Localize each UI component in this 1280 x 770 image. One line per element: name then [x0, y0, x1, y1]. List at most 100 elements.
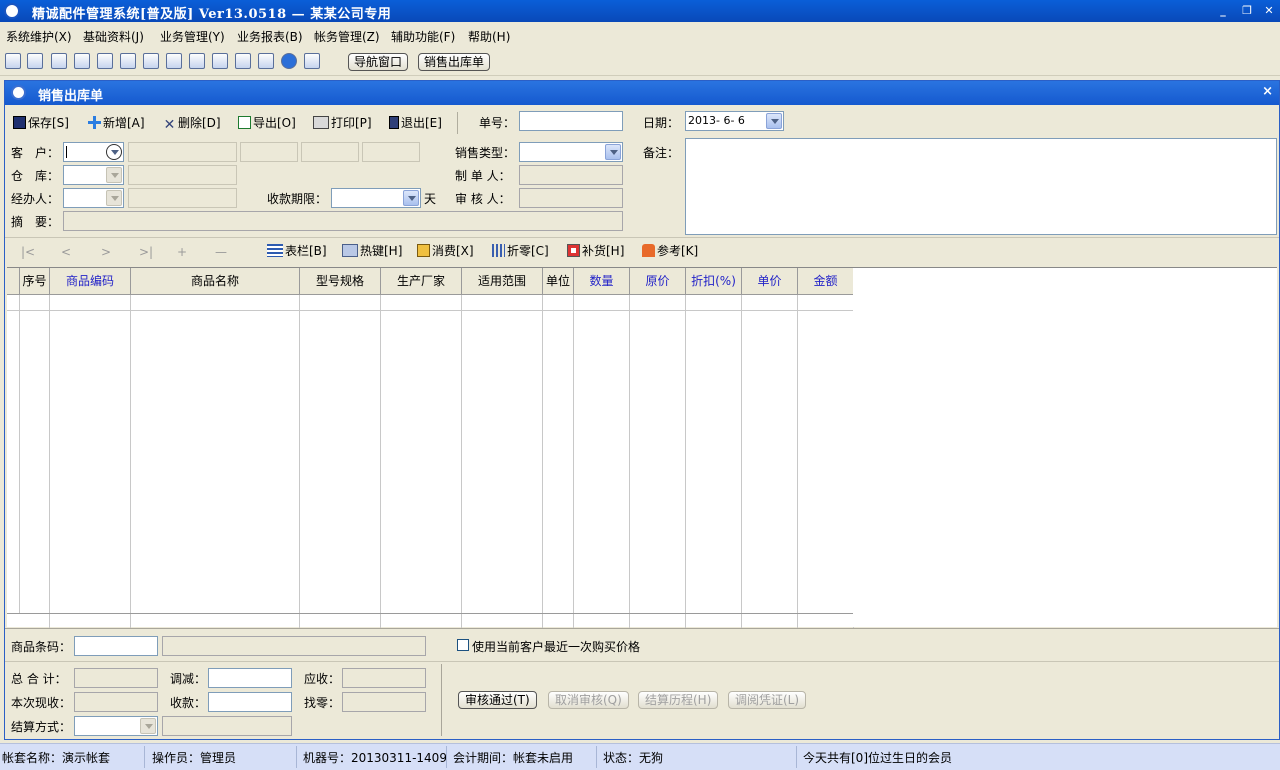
- restock-button[interactable]: 补货[H]: [567, 241, 624, 261]
- add-row-button[interactable]: +: [177, 245, 187, 259]
- menu-business[interactable]: 业务管理(Y): [160, 28, 225, 45]
- grid-header-unit-price[interactable]: 单价: [742, 268, 798, 295]
- delete-button[interactable]: ✕ 删除[D]: [163, 114, 221, 132]
- handler-dropdown-icon[interactable]: [106, 190, 122, 206]
- warehouse-combo[interactable]: [63, 165, 124, 185]
- prev-record-button[interactable]: <: [61, 245, 71, 259]
- grid-col-line: [130, 295, 131, 628]
- help-icon[interactable]: [281, 53, 297, 69]
- grid-header-discount[interactable]: 折扣(%): [686, 268, 742, 295]
- export-button[interactable]: 导出[O]: [238, 114, 296, 132]
- add-button[interactable]: 新增[A]: [88, 114, 145, 132]
- close-button[interactable]: ✕: [1260, 3, 1278, 19]
- approve-button[interactable]: 审核通过(T): [458, 691, 537, 709]
- sales-type-label: 销售类型：: [455, 146, 516, 160]
- summary-input[interactable]: [63, 211, 623, 231]
- menu-accounts[interactable]: 帐务管理(Z): [314, 28, 380, 45]
- list-view-icon[interactable]: [27, 53, 43, 69]
- app-title-bar: 精诚配件管理系统[普及版] Ver13.0518 — 某某公司专用 _ ❐ ✕: [0, 0, 1280, 22]
- status-bar: 帐套名称：演示帐套 操作员：管理员 机器号：20130311-1409 会计期间…: [0, 743, 1280, 770]
- barcode-input[interactable]: [74, 636, 158, 656]
- last-record-button[interactable]: >|: [139, 245, 153, 259]
- split-button[interactable]: 折零[C]: [492, 241, 549, 261]
- exit-icon[interactable]: [304, 53, 320, 69]
- remark-textarea[interactable]: [685, 138, 1277, 235]
- grid-col-line: [629, 295, 630, 628]
- users-icon[interactable]: [143, 53, 159, 69]
- inventory-icon[interactable]: [189, 53, 205, 69]
- adjust-input[interactable]: [208, 668, 292, 688]
- consume-button[interactable]: 消费[X]: [417, 241, 474, 261]
- use-last-price-checkbox[interactable]: [457, 639, 469, 651]
- menu-aux[interactable]: 辅助功能(F): [391, 28, 455, 45]
- window-close-button[interactable]: ×: [1262, 84, 1273, 99]
- nav-window-button[interactable]: 导航窗口: [348, 53, 409, 71]
- grid-header-name[interactable]: 商品名称: [131, 268, 300, 295]
- date-picker[interactable]: 2013- 6- 6: [685, 111, 784, 131]
- handler-label: 经办人：: [11, 192, 60, 206]
- status-separator: [144, 746, 145, 768]
- grid-header-orig-price[interactable]: 原价: [630, 268, 686, 295]
- remove-row-button[interactable]: —: [215, 245, 227, 259]
- minimize-button[interactable]: _: [1214, 3, 1232, 19]
- receivable-field: [342, 668, 426, 688]
- exit-button[interactable]: 退出[E]: [389, 114, 442, 132]
- printer-icon[interactable]: [258, 53, 274, 69]
- settle-method-combo[interactable]: [74, 716, 158, 736]
- transfer-icon[interactable]: [120, 53, 136, 69]
- order-no-label: 单号：: [479, 116, 516, 130]
- grid-header-amount[interactable]: 金额: [798, 268, 854, 295]
- order-no-input[interactable]: [519, 111, 623, 131]
- sales-out-button[interactable]: 销售出库单: [418, 53, 491, 71]
- grid-header-scope[interactable]: 适用范围: [462, 268, 543, 295]
- grid-header-model[interactable]: 型号规格: [300, 268, 381, 295]
- grid-header-maker[interactable]: 生产厂家: [381, 268, 462, 295]
- save-disk-icon[interactable]: [235, 53, 251, 69]
- menu-system[interactable]: 系统维护(X): [6, 28, 72, 45]
- items-grid[interactable]: 序号 商品编码 商品名称 型号规格 生产厂家 适用范围 单位 数量 原价 折扣(…: [7, 267, 854, 628]
- monitor-icon[interactable]: [212, 53, 228, 69]
- window-title: 销售出库单: [38, 89, 104, 104]
- next-record-button[interactable]: >: [101, 245, 111, 259]
- grid-col-line: [19, 295, 20, 613]
- grid-header-code[interactable]: 商品编码: [50, 268, 131, 295]
- customer-dropdown-icon[interactable]: [106, 144, 122, 160]
- table-icon: [267, 244, 283, 257]
- received-input[interactable]: [208, 692, 292, 712]
- first-record-button[interactable]: |<: [21, 245, 35, 259]
- sales-icon[interactable]: [97, 53, 113, 69]
- date-dropdown-icon[interactable]: [766, 113, 782, 129]
- customer-field-4: [362, 142, 420, 162]
- payment-term-dropdown-icon[interactable]: [403, 190, 419, 206]
- payment-term-combo[interactable]: [331, 188, 421, 208]
- purchase-icon[interactable]: [74, 53, 90, 69]
- save-button[interactable]: 保存[S]: [13, 114, 69, 132]
- divider: [5, 628, 1279, 629]
- settle-method-dropdown-icon[interactable]: [140, 718, 156, 734]
- view-voucher-button[interactable]: 调阅凭证(L): [728, 691, 807, 709]
- grid-view-icon[interactable]: [5, 53, 21, 69]
- delete-x-icon: ✕: [163, 117, 176, 133]
- hotkeys-button[interactable]: 热键[H]: [342, 241, 402, 261]
- customer-name-field: [128, 142, 237, 162]
- reference-button[interactable]: 参考[K]: [642, 241, 698, 261]
- change-label: 找零：: [304, 696, 341, 710]
- menu-help[interactable]: 帮助(H): [468, 28, 510, 45]
- grid-header-qty[interactable]: 数量: [574, 268, 630, 295]
- menu-reports[interactable]: 业务报表(B): [237, 28, 303, 45]
- sales-type-combo[interactable]: [519, 142, 623, 162]
- columns-button[interactable]: 表栏[B]: [267, 241, 327, 261]
- grid-header-seq[interactable]: 序号: [20, 268, 50, 295]
- settle-history-button[interactable]: 结算历程(H): [638, 691, 719, 709]
- sales-type-dropdown-icon[interactable]: [605, 144, 621, 160]
- windows-icon[interactable]: [51, 53, 67, 69]
- documents-icon[interactable]: [166, 53, 182, 69]
- grid-header-unit[interactable]: 单位: [543, 268, 574, 295]
- cancel-audit-button[interactable]: 取消审核(Q): [548, 691, 629, 709]
- print-button[interactable]: 打印[P]: [313, 114, 372, 132]
- customer-combo[interactable]: [63, 142, 124, 162]
- restore-button[interactable]: ❐: [1238, 3, 1256, 19]
- menu-basic-data[interactable]: 基础资料(J): [83, 28, 144, 45]
- handler-combo[interactable]: [63, 188, 124, 208]
- warehouse-dropdown-icon[interactable]: [106, 167, 122, 183]
